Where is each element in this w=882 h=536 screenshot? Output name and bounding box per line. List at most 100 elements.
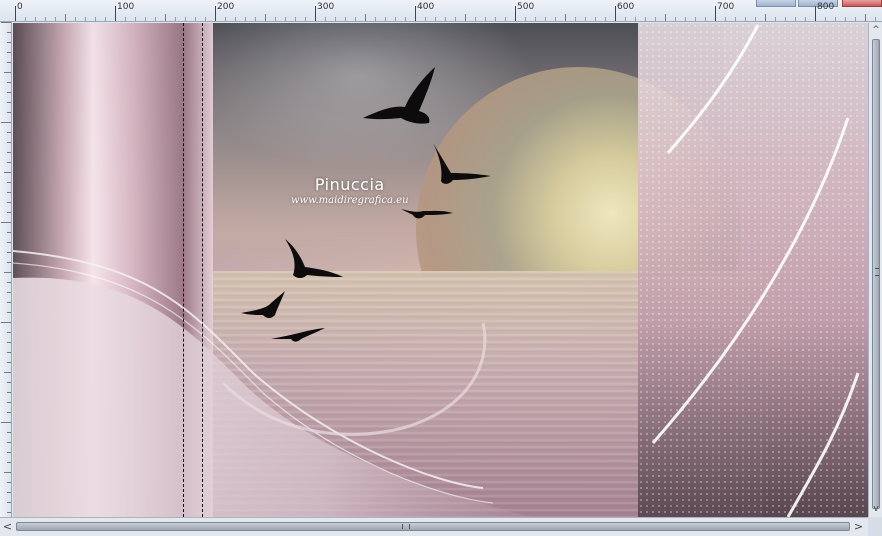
horizontal-ruler[interactable]: 0 100 200 300 400 500 600 700 800	[0, 0, 882, 22]
window-close-button[interactable]	[842, 0, 882, 7]
ruler-tick	[7, 432, 11, 433]
watermark-name: Pinuccia	[314, 175, 385, 194]
ruler-tick	[85, 17, 86, 21]
ruler-tick	[555, 17, 556, 21]
ruler-tick	[7, 282, 11, 283]
bird-3	[401, 209, 453, 219]
ruler-tick	[7, 252, 11, 253]
ruler-tick	[7, 442, 11, 443]
ruler-tick	[615, 6, 616, 21]
ruler-tick	[735, 17, 736, 21]
ruler-tick	[7, 142, 11, 143]
ruler-tick	[7, 192, 11, 193]
ruler-tick	[455, 17, 456, 21]
ruler-tick	[4, 372, 11, 373]
ruler-tick	[335, 17, 336, 21]
image-canvas[interactable]: Pinuccia www.maidiregrafica.eu	[13, 23, 868, 517]
ruler-tick	[495, 17, 496, 21]
scroll-down-arrow-icon[interactable]: v	[870, 503, 882, 516]
ruler-tick	[7, 482, 11, 483]
scroll-up-arrow-icon[interactable]: ^	[870, 24, 882, 37]
selection-guide-right[interactable]	[202, 23, 203, 517]
vertical-ruler[interactable]	[0, 22, 12, 518]
ruler-tick	[7, 132, 11, 133]
ruler-tick	[45, 17, 46, 21]
ruler-tick	[375, 17, 376, 21]
ruler-tick	[25, 17, 26, 21]
ruler-tick	[1, 322, 11, 323]
ruler-tick	[7, 162, 11, 163]
ruler-tick	[7, 242, 11, 243]
ruler-tick	[655, 17, 656, 21]
ruler-tick	[865, 14, 866, 21]
ruler-tick	[7, 52, 11, 53]
bird-4	[285, 239, 343, 278]
bird-1	[363, 67, 435, 124]
ruler-tick	[695, 17, 696, 21]
ruler-tick	[345, 17, 346, 21]
ruler-tick	[95, 17, 96, 21]
ruler-tick	[7, 342, 11, 343]
ruler-tick	[465, 14, 466, 21]
ruler-tick	[685, 17, 686, 21]
ruler-tick	[435, 17, 436, 21]
scroll-left-arrow-icon[interactable]: <	[1, 519, 14, 535]
ruler-tick	[405, 17, 406, 21]
selection-guide-left[interactable]	[183, 23, 184, 517]
decorative-curves	[13, 24, 860, 517]
ruler-tick	[535, 17, 536, 21]
ruler-tick	[125, 17, 126, 21]
horizontal-scroll-thumb[interactable]	[16, 522, 850, 531]
ruler-tick	[115, 6, 116, 21]
window-restore-button[interactable]	[756, 0, 796, 7]
grip-icon	[875, 268, 879, 276]
ruler-tick	[275, 17, 276, 21]
ruler-tick	[15, 6, 16, 21]
ruler-tick	[445, 17, 446, 21]
ruler-tick	[7, 382, 11, 383]
ruler-tick	[7, 492, 11, 493]
ruler-tick	[875, 17, 876, 21]
horizontal-scrollbar[interactable]: < >	[0, 517, 868, 536]
ruler-tick	[7, 452, 11, 453]
ruler-tick	[4, 172, 11, 173]
ruler-tick	[665, 14, 666, 21]
ruler-tick	[705, 17, 706, 21]
ruler-tick	[1, 422, 11, 423]
right-streak-2	[651, 117, 850, 444]
ruler-tick	[7, 512, 11, 513]
ruler-tick	[605, 17, 606, 21]
right-streak-1	[666, 24, 760, 154]
image-editor-window: 0 100 200 300 400 500 600 700 800 Pinucc…	[0, 0, 882, 536]
ruler-tick	[4, 272, 11, 273]
ruler-tick	[7, 232, 11, 233]
ruler-tick	[475, 17, 476, 21]
ruler-tick	[7, 262, 11, 263]
ruler-tick	[525, 17, 526, 21]
ruler-tick	[365, 14, 366, 21]
ruler-tick	[7, 92, 11, 93]
ruler-tick	[255, 17, 256, 21]
ruler-tick	[385, 17, 386, 21]
bird-2	[433, 143, 491, 184]
ruler-tick	[7, 462, 11, 463]
ruler-tick	[815, 6, 816, 21]
vertical-scroll-thumb[interactable]	[872, 39, 880, 509]
bird-5	[241, 291, 285, 318]
ruler-label: 400	[417, 2, 435, 12]
ruler-tick	[7, 82, 11, 83]
ruler-tick	[7, 102, 11, 103]
ruler-tick	[505, 17, 506, 21]
vertical-scrollbar[interactable]: ^ v	[868, 23, 882, 517]
ruler-tick	[1, 22, 11, 23]
scroll-right-arrow-icon[interactable]: >	[852, 519, 865, 535]
ruler-tick	[135, 17, 136, 21]
ruler-label: 300	[317, 2, 335, 12]
ruler-tick	[7, 112, 11, 113]
ruler-tick	[485, 17, 486, 21]
ruler-tick	[1, 222, 11, 223]
ruler-tick	[155, 17, 156, 21]
ruler-tick	[415, 6, 416, 21]
ruler-tick	[145, 17, 146, 21]
ruler-tick	[565, 14, 566, 21]
